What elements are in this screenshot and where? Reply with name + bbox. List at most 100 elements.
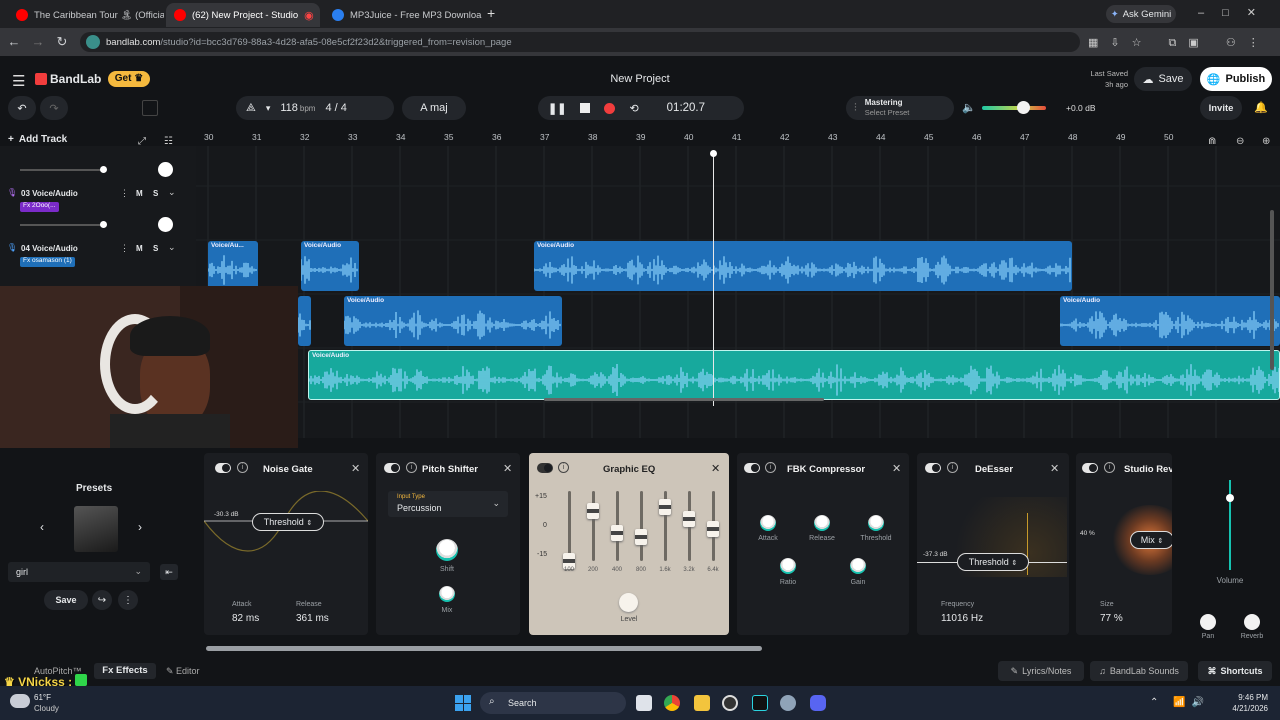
timeline-scrollbar[interactable] bbox=[544, 398, 824, 401]
record-icon[interactable] bbox=[604, 102, 616, 114]
audio-clip[interactable] bbox=[298, 296, 311, 346]
release-knob[interactable] bbox=[814, 515, 830, 531]
taskbar-search[interactable]: ⌕ Search bbox=[480, 692, 626, 714]
input-type-select[interactable]: Input Type Percussion ⌄ bbox=[388, 491, 508, 517]
chevron-down-icon[interactable]: ⌄ bbox=[168, 187, 176, 198]
track-03-name[interactable]: 03 Voice/Audio bbox=[21, 189, 78, 198]
loop-icon[interactable]: ⟲ bbox=[629, 102, 638, 115]
audio-clip[interactable]: Voice/Audio bbox=[308, 350, 1280, 400]
threshold-knob[interactable] bbox=[868, 515, 884, 531]
power-toggle[interactable] bbox=[537, 463, 553, 473]
solo-button[interactable]: S bbox=[153, 244, 158, 253]
system-tray-icons[interactable]: ⌃ 📶🔊 bbox=[1150, 697, 1210, 708]
chevron-left-icon[interactable]: ‹ bbox=[40, 520, 44, 534]
reload-icon[interactable]: ↻ bbox=[54, 34, 70, 50]
audio-clip[interactable]: Voice/Au... bbox=[208, 241, 258, 291]
chevron-down-icon[interactable]: ▾ bbox=[266, 103, 271, 114]
track-fader[interactable] bbox=[20, 224, 106, 226]
ratio-knob[interactable] bbox=[780, 558, 796, 574]
share-icon[interactable]: ↪ bbox=[92, 590, 112, 610]
volume-fader-handle[interactable] bbox=[1226, 494, 1234, 502]
forward-icon[interactable]: → bbox=[30, 34, 46, 50]
discord-icon[interactable] bbox=[810, 695, 826, 711]
timeline-ruler[interactable]: 30 31 32 33 34 35 36 37 38 39 40 41 42 43 44 45 46 47 48 49… bbox=[196, 128, 1280, 146]
close-icon[interactable]: ✕ bbox=[892, 462, 901, 475]
level-knob[interactable] bbox=[619, 593, 638, 612]
publish-button[interactable]: 🌐 Publish bbox=[1200, 67, 1272, 91]
solo-button[interactable]: S bbox=[153, 189, 158, 198]
info-icon[interactable]: i bbox=[237, 462, 248, 473]
tiktok-icon[interactable] bbox=[752, 695, 768, 711]
attack-knob[interactable] bbox=[760, 515, 776, 531]
task-view-icon[interactable] bbox=[636, 695, 652, 711]
time-signature[interactable]: 4 / 4 bbox=[325, 102, 346, 114]
eq-band-handle[interactable] bbox=[587, 503, 599, 519]
fader-handle[interactable] bbox=[100, 221, 107, 228]
track-04-name[interactable]: 04 Voice/Audio bbox=[21, 244, 78, 253]
track-menu-icon[interactable]: ⋮ bbox=[120, 188, 129, 199]
size-value[interactable]: 77 % bbox=[1100, 613, 1123, 624]
pan-knob[interactable] bbox=[1200, 614, 1216, 630]
back-icon[interactable]: ← bbox=[6, 34, 22, 50]
bandlab-sounds-button[interactable]: ♫ BandLab Sounds bbox=[1090, 661, 1188, 681]
eq-band-handle[interactable] bbox=[635, 529, 647, 545]
playhead-handle[interactable] bbox=[710, 150, 717, 157]
fader-handle[interactable] bbox=[100, 166, 107, 173]
bpm-value[interactable]: 118 bbox=[280, 102, 298, 114]
pan-knob[interactable] bbox=[158, 217, 173, 232]
get-button[interactable]: Get ♛ bbox=[108, 71, 150, 87]
weather-temp[interactable]: 61°F bbox=[34, 693, 51, 702]
eq-band-handle[interactable] bbox=[683, 511, 695, 527]
new-tab-button[interactable]: + bbox=[487, 5, 495, 21]
save-button[interactable]: ☁ Save bbox=[1134, 67, 1192, 91]
browser-tab[interactable]: MP3Juice - Free MP3 Downloa ✕ bbox=[324, 3, 484, 27]
audio-clip[interactable]: Voice/Audio bbox=[301, 241, 359, 291]
track-menu-icon[interactable]: ⋮ bbox=[120, 243, 129, 254]
windows-start-icon[interactable] bbox=[455, 695, 471, 711]
close-icon[interactable]: ✕ bbox=[503, 462, 512, 475]
power-toggle[interactable] bbox=[744, 463, 760, 473]
preset-select[interactable]: girl ⌄ bbox=[8, 562, 150, 582]
eq-band-slider[interactable] bbox=[592, 491, 595, 561]
window-controls[interactable]: –□✕ bbox=[1198, 6, 1274, 19]
eq-band-handle[interactable] bbox=[659, 499, 671, 515]
file-explorer-icon[interactable] bbox=[694, 695, 710, 711]
pan-knob[interactable] bbox=[158, 162, 173, 177]
piano-icon[interactable] bbox=[142, 100, 158, 116]
threshold-control[interactable]: Threshold ⇕ bbox=[957, 553, 1029, 571]
master-volume-slider[interactable] bbox=[982, 106, 1046, 110]
track-fader[interactable] bbox=[20, 169, 106, 171]
browser-extension-icons[interactable]: ▦⇩☆ ⧉▣ ⚇⋮ bbox=[1088, 36, 1271, 50]
preset-save-button[interactable]: Save bbox=[44, 590, 88, 610]
undo-button[interactable]: ↶ bbox=[8, 96, 36, 120]
info-icon[interactable]: i bbox=[765, 462, 776, 473]
shortcuts-button[interactable]: ⌘ Shortcuts bbox=[1198, 661, 1272, 681]
power-toggle[interactable] bbox=[215, 463, 231, 473]
reverb-knob[interactable] bbox=[1244, 614, 1260, 630]
bypass-icon[interactable]: ⇤ bbox=[160, 564, 178, 580]
metronome-icon[interactable]: ⟁ bbox=[246, 102, 256, 115]
power-toggle[interactable] bbox=[925, 463, 941, 473]
frequency-value[interactable]: 11016 Hz bbox=[941, 613, 983, 624]
track-04-fx-badge[interactable]: Fx osamason (1) bbox=[20, 257, 75, 267]
close-icon[interactable]: ✕ bbox=[711, 462, 720, 475]
audio-clip[interactable]: Voice/Audio bbox=[1060, 296, 1280, 346]
add-track-button[interactable]: + Add Track bbox=[8, 134, 67, 145]
ask-gemini-button[interactable]: ✦ Ask Gemini bbox=[1106, 5, 1176, 23]
close-icon[interactable]: ✕ bbox=[351, 462, 360, 475]
chevron-right-icon[interactable]: › bbox=[138, 520, 142, 534]
mix-knob[interactable] bbox=[439, 586, 455, 602]
project-title[interactable]: New Project bbox=[560, 73, 720, 85]
menu-icon[interactable]: ☰ bbox=[12, 72, 25, 90]
stop-icon[interactable] bbox=[580, 103, 591, 113]
eq-band-slider[interactable] bbox=[568, 491, 571, 561]
more-options-icon[interactable]: ⋮ bbox=[118, 590, 138, 610]
chrome-icon[interactable] bbox=[664, 695, 680, 711]
info-icon[interactable]: i bbox=[947, 462, 958, 473]
lyrics-notes-button[interactable]: ✎ Lyrics/Notes bbox=[998, 661, 1084, 681]
info-icon[interactable]: i bbox=[406, 462, 417, 473]
gain-knob[interactable] bbox=[850, 558, 866, 574]
volume-slider-handle[interactable] bbox=[1017, 101, 1030, 114]
info-icon[interactable]: i bbox=[1104, 462, 1115, 473]
tempo-group[interactable]: ⟁ ▾ 118 bpm 4 / 4 bbox=[236, 96, 394, 120]
